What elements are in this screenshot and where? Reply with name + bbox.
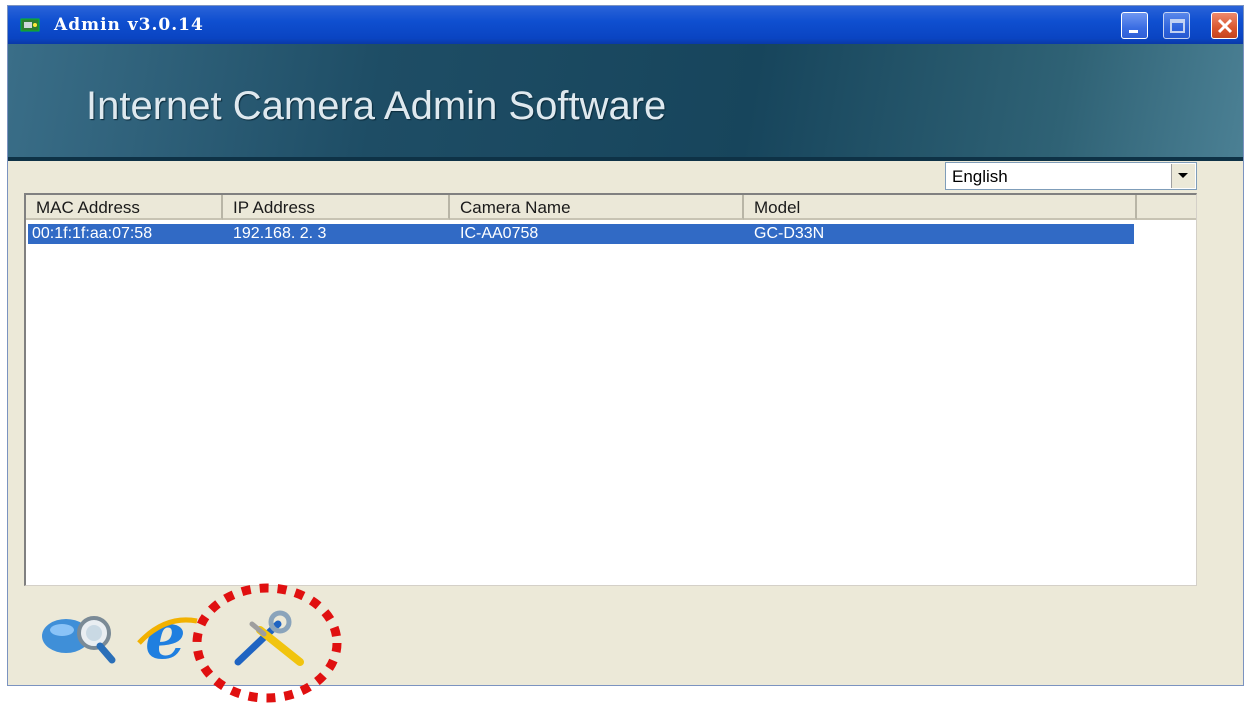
column-header-filler bbox=[1137, 195, 1196, 220]
cell-ip: 192.168. 2. 3 bbox=[233, 225, 327, 242]
internet-explorer-icon[interactable]: e bbox=[135, 603, 199, 667]
chevron-down-icon bbox=[1178, 173, 1188, 178]
column-header-ip[interactable]: IP Address bbox=[223, 195, 450, 220]
minimize-icon bbox=[1129, 30, 1138, 33]
banner-title: Internet Camera Admin Software bbox=[86, 84, 667, 128]
cell-mac: 00:1f:1f:aa:07:58 bbox=[32, 225, 153, 242]
app-icon bbox=[20, 18, 40, 32]
list-header: MAC Address IP Address Camera Name Model bbox=[26, 195, 1196, 220]
maximize-icon bbox=[1170, 19, 1185, 33]
window-title: Admin v3.0.14 bbox=[54, 15, 204, 35]
close-button[interactable] bbox=[1211, 12, 1238, 39]
cell-model: GC-D33N bbox=[754, 225, 825, 242]
language-select-value: English bbox=[952, 167, 1008, 186]
column-header-camera-name[interactable]: Camera Name bbox=[450, 195, 744, 220]
column-header-mac[interactable]: MAC Address bbox=[26, 195, 223, 220]
title-bar[interactable]: Admin v3.0.14 bbox=[8, 6, 1243, 44]
device-list[interactable]: MAC Address IP Address Camera Name Model… bbox=[24, 193, 1197, 586]
language-select[interactable]: English bbox=[945, 162, 1197, 190]
close-icon bbox=[1217, 18, 1233, 34]
search-camera-icon[interactable] bbox=[38, 606, 120, 666]
highlight-ring bbox=[192, 583, 342, 703]
app-banner: Internet Camera Admin Software bbox=[8, 44, 1243, 161]
minimize-button[interactable] bbox=[1121, 12, 1148, 39]
column-header-model[interactable]: Model bbox=[744, 195, 1137, 220]
maximize-button[interactable] bbox=[1163, 12, 1190, 39]
language-dropdown-button[interactable] bbox=[1171, 164, 1195, 188]
table-row[interactable]: 00:1f:1f:aa:07:58 192.168. 2. 3 IC-AA075… bbox=[28, 224, 1134, 244]
cell-camera-name: IC-AA0758 bbox=[460, 225, 539, 242]
